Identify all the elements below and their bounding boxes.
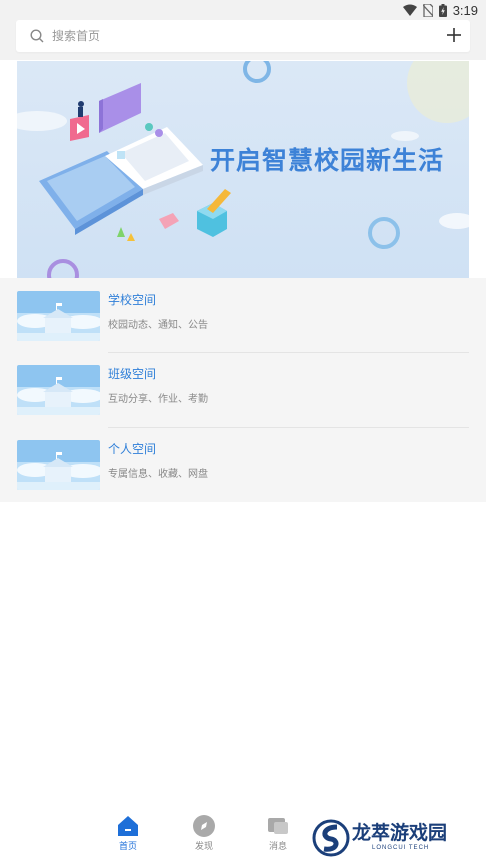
space-list: 学校空间 校园动态、通知、公告 班级空间 互动分享、作业、考勤 个人空间 专属信… [0,278,486,502]
wifi-icon [402,4,417,16]
watermark-logo: 龙萃游戏园 LONGCUI TECH [310,818,480,860]
search-input[interactable]: 搜索首页 [16,20,470,52]
message-icon [268,818,288,834]
school-thumbnail [17,291,100,341]
plus-icon[interactable] [446,27,462,43]
status-time: 3:19 [452,2,478,18]
search-placeholder: 搜索首页 [52,29,101,43]
search-icon [30,29,44,43]
watermark-emblem-icon [312,819,350,857]
personal-space-title: 个人空间 [108,442,157,456]
tab-messages[interactable]: 消息 [258,814,298,858]
status-icons: 3:19 [402,2,478,18]
home-icon [118,816,138,836]
watermark-sub: LONGCUI TECH [372,845,430,851]
tab-home[interactable]: 首页 [108,814,148,858]
school-space-subtitle: 校园动态、通知、公告 [108,320,208,331]
status-bar: 3:19 [0,0,486,20]
divider [108,352,469,353]
search-bar: 搜索首页 [0,20,486,60]
banner-title: 开启智慧校园新生活 [210,146,445,175]
class-space-subtitle: 互动分享、作业、考勤 [108,394,208,405]
list-item-personal-space[interactable]: 个人空间 专属信息、收藏、网盘 [17,440,469,512]
watermark-name: 龙萃游戏园 [352,822,448,844]
class-thumbnail [17,365,100,415]
tab-messages-label: 消息 [268,842,287,852]
banner[interactable]: 开启智慧校园新生活 [17,61,469,278]
no-sim-icon [422,3,433,17]
tab-discover[interactable]: 发现 [184,814,224,858]
personal-space-subtitle: 专属信息、收藏、网盘 [108,469,208,480]
personal-thumbnail [17,440,100,490]
compass-icon [193,815,215,837]
tab-home-label: 首页 [118,842,137,852]
battery-charging-icon [438,3,447,17]
tab-discover-label: 发现 [194,842,213,852]
class-space-title: 班级空间 [108,367,157,381]
school-space-title: 学校空间 [108,293,157,307]
divider [108,427,469,428]
